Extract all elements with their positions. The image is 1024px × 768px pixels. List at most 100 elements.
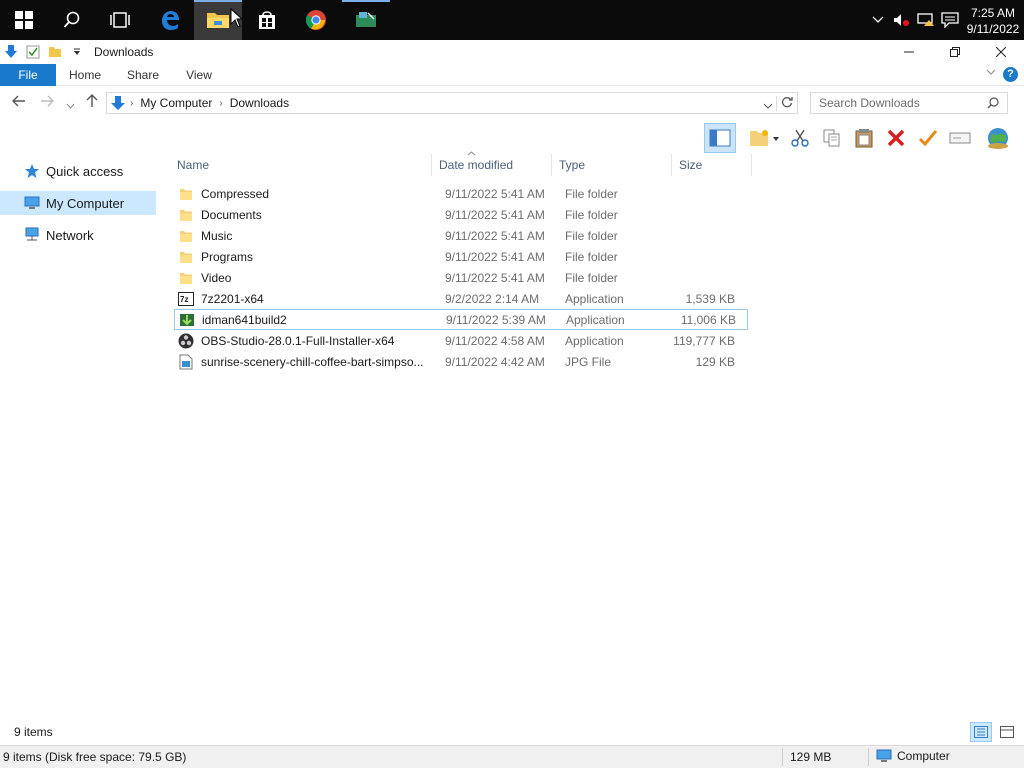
store-taskbar-button[interactable] <box>243 0 291 40</box>
notification-icon[interactable] <box>938 0 962 40</box>
refresh-button[interactable] <box>776 96 793 111</box>
tab-file[interactable]: File <box>0 64 56 86</box>
preview-pane-button[interactable] <box>704 123 736 153</box>
recent-locations-button[interactable] <box>66 96 75 113</box>
file-row[interactable]: 7z 7z2201-x64 9/2/2022 2:14 AM Applicati… <box>174 288 748 309</box>
delete-button[interactable] <box>880 123 912 153</box>
start-button[interactable] <box>0 0 48 40</box>
nav-item-network[interactable]: Network <box>0 223 156 247</box>
network-tray-icon[interactable] <box>914 0 938 40</box>
up-arrow-icon <box>86 94 98 107</box>
image-file-icon <box>178 354 194 370</box>
volume-muted-icon[interactable] <box>890 0 914 40</box>
column-size[interactable]: Size <box>672 154 752 176</box>
forward-button[interactable] <box>40 94 54 111</box>
folder-icon <box>207 13 229 28</box>
file-type: File folder <box>565 270 618 285</box>
chevron-up-icon[interactable] <box>866 0 890 40</box>
folder-icon <box>178 270 194 286</box>
file-size: 129 KB <box>695 354 735 369</box>
view-switcher <box>970 722 1018 742</box>
file-type: File folder <box>565 207 618 222</box>
task-view-icon <box>110 12 130 28</box>
mouse-cursor-icon <box>230 8 244 28</box>
clock[interactable]: 7:25 AM 9/11/2022 <box>962 3 1024 37</box>
file-row[interactable]: idman641build2 9/11/2022 5:39 AM Applica… <box>174 309 748 330</box>
breadcrumb-separator-icon[interactable]: › <box>219 98 222 109</box>
chrome-taskbar-button[interactable] <box>292 0 340 40</box>
column-headers: Name Date modified Type Size <box>170 151 752 176</box>
search-input[interactable] <box>819 96 987 110</box>
minimize-icon <box>904 51 914 53</box>
file-name: idman641build2 <box>202 312 287 327</box>
properties-icon[interactable] <box>22 40 44 64</box>
file-name: 7z2201-x64 <box>201 291 264 306</box>
nav-item-quick-access[interactable]: Quick access <box>0 159 156 183</box>
file-row[interactable]: Compressed 9/11/2022 5:41 AM File folder <box>174 183 748 204</box>
file-row[interactable]: Documents 9/11/2022 5:41 AM File folder <box>174 204 748 225</box>
restore-button[interactable] <box>932 40 978 64</box>
nav-item-my-computer[interactable]: My Computer <box>0 191 156 215</box>
new-folder-icon[interactable] <box>44 40 66 64</box>
forward-arrow-icon <box>41 95 54 107</box>
status-location: Computer <box>876 749 950 763</box>
address-dropdown-icon[interactable] <box>763 98 773 112</box>
paste-button[interactable] <box>848 123 880 153</box>
new-folder-icon <box>750 130 779 146</box>
window-title: Downloads <box>94 45 154 59</box>
nav-item-label: Quick access <box>46 163 124 179</box>
large-icons-view-button[interactable] <box>996 722 1018 742</box>
search-box[interactable] <box>810 92 1008 114</box>
breadcrumb-downloads[interactable]: Downloads <box>230 96 289 110</box>
status-divider <box>868 748 869 766</box>
file-type: JPG File <box>565 354 612 369</box>
qat-dropdown-icon[interactable] <box>66 40 88 64</box>
clock-time: 7:25 AM <box>970 6 1016 20</box>
minimize-button[interactable] <box>886 40 932 64</box>
help-icon[interactable]: ? <box>1003 67 1018 82</box>
file-row[interactable]: Music 9/11/2022 5:41 AM File folder <box>174 225 748 246</box>
nav-item-label: My Computer <box>46 195 125 211</box>
task-view-button[interactable] <box>96 0 144 40</box>
svg-text:7z: 7z <box>180 295 188 304</box>
file-row[interactable]: Programs 9/11/2022 5:41 AM File folder <box>174 246 748 267</box>
address-bar[interactable]: › My Computer › Downloads <box>106 92 798 114</box>
column-name[interactable]: Name <box>170 154 432 176</box>
file-name: Music <box>201 228 233 243</box>
rename-confirm-button[interactable] <box>912 123 944 153</box>
file-row[interactable]: OBS-Studio-28.0.1-Full-Installer-x64 9/1… <box>174 330 748 351</box>
search-button[interactable] <box>48 0 96 40</box>
status-selection-size: 129 MB <box>790 750 832 764</box>
edge-taskbar-button[interactable] <box>146 0 194 40</box>
column-date-modified[interactable]: Date modified <box>432 154 552 176</box>
rename-button[interactable] <box>944 123 976 153</box>
copy-button[interactable] <box>816 123 848 153</box>
app-taskbar-button[interactable] <box>342 0 390 40</box>
refresh-icon <box>781 97 793 108</box>
file-name: Video <box>201 270 232 285</box>
file-row[interactable]: Video 9/11/2022 5:41 AM File folder <box>174 267 748 288</box>
back-button[interactable] <box>12 94 26 111</box>
checkmark-icon <box>918 130 938 147</box>
details-view-button[interactable] <box>970 722 992 742</box>
tab-share[interactable]: Share <box>118 64 168 86</box>
column-type[interactable]: Type <box>552 154 672 176</box>
file-date: 9/2/2022 2:14 AM <box>445 291 540 306</box>
back-arrow-icon <box>12 95 25 107</box>
tab-home[interactable]: Home <box>60 64 110 86</box>
breadcrumb-my-computer[interactable]: My Computer <box>140 96 212 110</box>
cut-button[interactable] <box>784 123 816 153</box>
properties-button[interactable] <box>982 123 1014 153</box>
tab-view[interactable]: View <box>176 64 222 86</box>
file-date: 9/11/2022 5:41 AM <box>445 270 545 285</box>
expand-ribbon-icon[interactable] <box>986 67 996 78</box>
new-item-button[interactable] <box>744 123 784 153</box>
search-icon <box>63 11 80 28</box>
close-button[interactable] <box>978 40 1024 64</box>
status-disk-space: 9 items (Disk free space: 79.5 GB) <box>3 750 187 764</box>
breadcrumb-separator-icon[interactable]: › <box>130 98 133 109</box>
file-size: 119,777 KB <box>673 333 735 348</box>
file-name: Compressed <box>201 186 270 201</box>
file-row[interactable]: sunrise-scenery-chill-coffee-bart-simpso… <box>174 351 748 372</box>
up-button[interactable] <box>86 94 98 112</box>
